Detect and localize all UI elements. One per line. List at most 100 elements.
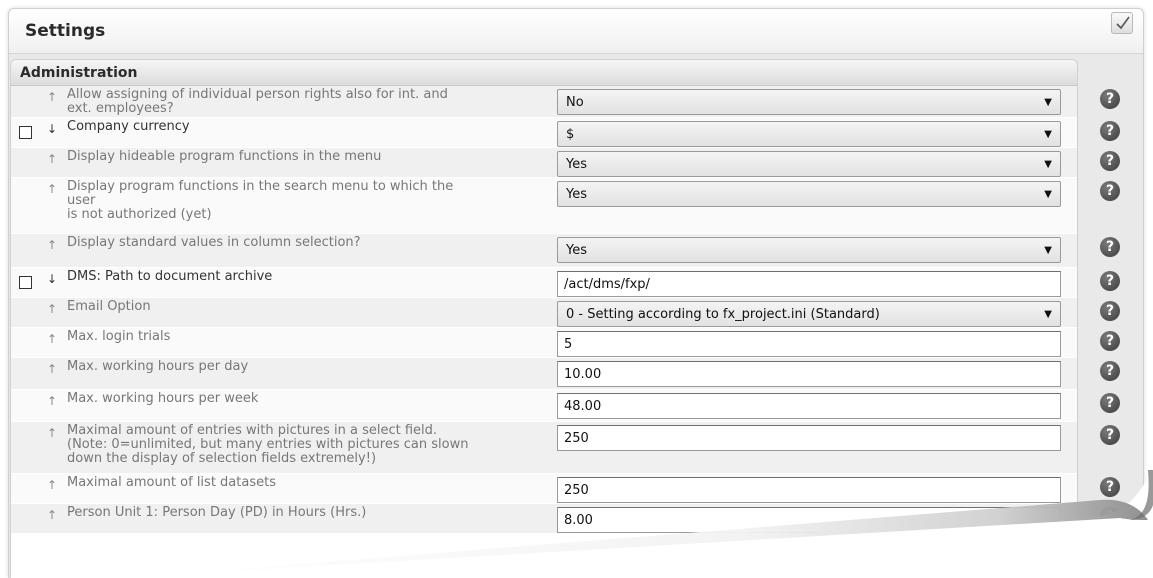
setting-select[interactable]: Yes ▼ bbox=[557, 237, 1061, 263]
select-value: $ bbox=[566, 126, 575, 142]
setting-label: Display program functions in the search … bbox=[67, 179, 454, 222]
setting-select[interactable]: Yes ▼ bbox=[557, 151, 1061, 177]
arrow-up-icon: ↑ bbox=[46, 426, 58, 440]
setting-input[interactable]: 10.00 bbox=[557, 361, 1061, 387]
arrow-down-icon: ↓ bbox=[46, 122, 58, 136]
setting-label: Display hideable program functions in th… bbox=[67, 149, 382, 164]
help-icon[interactable]: ? bbox=[1100, 237, 1120, 257]
field-cell: 250 bbox=[555, 474, 1063, 503]
settings-list: ↑ Allow assigning of individual person ri… bbox=[11, 86, 1077, 534]
chevron-down-icon[interactable]: ▼ bbox=[1044, 309, 1052, 320]
setting-label: Max. working hours per day bbox=[67, 359, 249, 374]
setting-label: DMS: Path to document archive bbox=[67, 269, 273, 284]
setting-row: ↑ Display standard values in column selec… bbox=[11, 234, 1077, 268]
arrow-up-icon: ↑ bbox=[46, 362, 58, 376]
checkbox-cell bbox=[11, 474, 41, 503]
checkbox-cell bbox=[11, 86, 41, 117]
setting-label: Company currency bbox=[67, 119, 190, 134]
setting-row: ↑ Maximal amount of entries with pictures… bbox=[11, 422, 1077, 474]
field-cell: 48.00 bbox=[555, 390, 1063, 421]
row-checkbox[interactable] bbox=[19, 126, 32, 139]
setting-row: ↑ Allow assigning of individual person ri… bbox=[11, 86, 1077, 118]
arrow-up-icon: ↑ bbox=[46, 302, 58, 316]
field-cell: Yes ▼ bbox=[555, 148, 1063, 177]
arrow-up-icon: ↑ bbox=[46, 478, 58, 492]
select-value: Yes bbox=[566, 186, 587, 202]
checkbox-cell bbox=[11, 390, 41, 421]
help-icon[interactable]: ? bbox=[1100, 477, 1120, 497]
checkbox-cell bbox=[11, 504, 41, 533]
arrow-up-icon: ↑ bbox=[46, 238, 58, 252]
setting-select[interactable]: No ▼ bbox=[557, 89, 1061, 115]
setting-row: ↑ Display hideable program functions in t… bbox=[11, 148, 1077, 178]
chevron-down-icon[interactable]: ▼ bbox=[1044, 97, 1052, 108]
setting-row: ↑ Maximal amount of list datasets 250 bbox=[11, 474, 1077, 504]
window-header: Settings bbox=[9, 9, 1143, 54]
help-icon[interactable]: ? bbox=[1100, 507, 1120, 527]
field-cell: 250 bbox=[555, 422, 1063, 473]
field-cell: 10.00 bbox=[555, 358, 1063, 389]
setting-input[interactable]: /act/dms/fxp/ bbox=[557, 271, 1061, 297]
arrow-up-icon: ↑ bbox=[46, 90, 58, 104]
select-value: Yes bbox=[566, 242, 587, 258]
help-icon[interactable]: ? bbox=[1100, 393, 1120, 413]
setting-label: Max. login trials bbox=[67, 329, 171, 344]
setting-row: ↑ Max. working hours per week 48.00 bbox=[11, 390, 1077, 422]
section-title: Administration bbox=[11, 60, 1077, 86]
setting-label: Email Option bbox=[67, 299, 151, 314]
help-icon[interactable]: ? bbox=[1100, 89, 1120, 109]
help-icon[interactable]: ? bbox=[1100, 361, 1120, 381]
setting-select[interactable]: Yes ▼ bbox=[557, 181, 1061, 207]
field-cell: No ▼ bbox=[555, 86, 1063, 117]
field-cell: /act/dms/fxp/ bbox=[555, 268, 1063, 297]
help-icon[interactable]: ? bbox=[1100, 121, 1120, 141]
checkbox-cell bbox=[11, 298, 41, 327]
checkbox-cell bbox=[11, 358, 41, 389]
chevron-down-icon[interactable]: ▼ bbox=[1044, 245, 1052, 256]
setting-input[interactable]: 5 bbox=[557, 331, 1061, 357]
setting-input[interactable]: 8.00 bbox=[557, 507, 1061, 533]
checkbox-cell bbox=[11, 118, 41, 147]
checkmark-icon[interactable] bbox=[1111, 12, 1133, 34]
help-icon[interactable]: ? bbox=[1100, 301, 1120, 321]
checkbox-cell bbox=[11, 422, 41, 473]
field-cell: $ ▼ bbox=[555, 118, 1063, 147]
help-icon[interactable]: ? bbox=[1100, 331, 1120, 351]
field-cell: Yes ▼ bbox=[555, 234, 1063, 267]
setting-row: ↑ Email Option 0 - Setting according to fx… bbox=[11, 298, 1077, 328]
setting-label: Maximal amount of list datasets bbox=[67, 475, 276, 490]
field-cell: Yes ▼ bbox=[555, 178, 1063, 233]
setting-select[interactable]: $ ▼ bbox=[557, 121, 1061, 147]
setting-row: ↓ DMS: Path to document archive/act/dms/f… bbox=[11, 268, 1077, 298]
select-value: 0 - Setting according to fx_project.ini … bbox=[566, 306, 880, 322]
chevron-down-icon[interactable]: ▼ bbox=[1044, 159, 1052, 170]
setting-label: Maximal amount of entries with pictures … bbox=[67, 423, 469, 466]
setting-row: ↑ Max. working hours per day 10.00 bbox=[11, 358, 1077, 390]
field-cell: 5 bbox=[555, 328, 1063, 357]
arrow-up-icon: ↑ bbox=[46, 152, 58, 166]
arrow-up-icon: ↑ bbox=[46, 508, 58, 522]
checkbox-cell bbox=[11, 178, 41, 233]
administration-panel: Administration ↑ Allow assigning of indiv… bbox=[10, 59, 1078, 578]
setting-input[interactable]: 250 bbox=[557, 477, 1061, 503]
setting-row: ↑ Person Unit 1: Person Day (PD) in Hours… bbox=[11, 504, 1077, 534]
setting-label: Person Unit 1: Person Day (PD) in Hours … bbox=[67, 505, 367, 520]
help-icon[interactable]: ? bbox=[1100, 271, 1120, 291]
setting-row: ↑ Max. login trials 5 bbox=[11, 328, 1077, 358]
setting-select[interactable]: 0 - Setting according to fx_project.ini … bbox=[557, 301, 1061, 327]
setting-row: ↓ Company currency $ ▼ bbox=[11, 118, 1077, 148]
setting-input[interactable]: 250 bbox=[557, 425, 1061, 451]
row-checkbox[interactable] bbox=[19, 276, 32, 289]
setting-label: Max. working hours per week bbox=[67, 391, 259, 406]
setting-label: Display standard values in column select… bbox=[67, 235, 361, 250]
chevron-down-icon[interactable]: ▼ bbox=[1044, 189, 1052, 200]
window-title: Settings bbox=[25, 21, 106, 41]
arrow-down-icon: ↓ bbox=[46, 272, 58, 286]
field-cell: 8.00 bbox=[555, 504, 1063, 533]
help-icon[interactable]: ? bbox=[1100, 425, 1120, 445]
setting-input[interactable]: 48.00 bbox=[557, 393, 1061, 419]
help-icon[interactable]: ? bbox=[1100, 151, 1120, 171]
chevron-down-icon[interactable]: ▼ bbox=[1044, 129, 1052, 140]
help-icon[interactable]: ? bbox=[1100, 181, 1120, 201]
field-cell: 0 - Setting according to fx_project.ini … bbox=[555, 298, 1063, 327]
